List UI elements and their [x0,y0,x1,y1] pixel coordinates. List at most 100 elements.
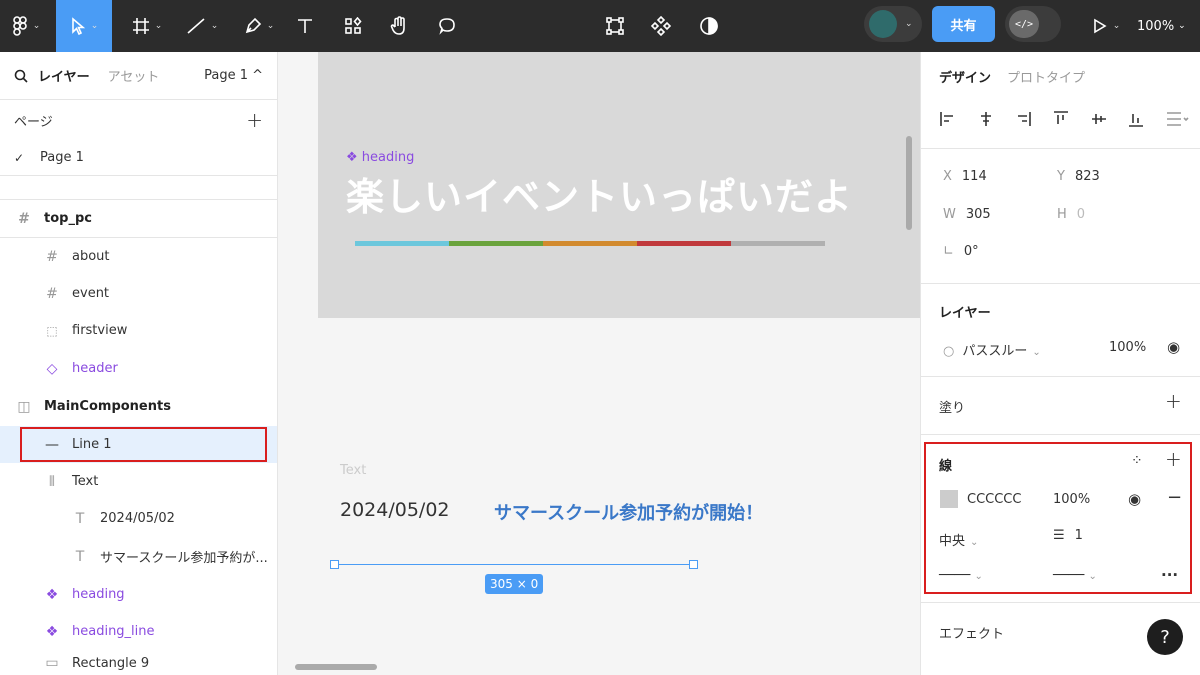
zoom-menu[interactable]: 100% ⌄ [1137,0,1186,52]
tab-layers[interactable]: レイヤー [38,66,90,85]
h-label: H [1057,207,1067,222]
align-left-icon[interactable] [939,110,957,128]
rotation-value: 0° [963,244,979,259]
layer-rectangle-9[interactable]: ▭ Rectangle 9 [0,651,277,675]
present-button[interactable]: ⌄ [1086,0,1126,52]
code-icon: </> [1009,10,1039,38]
comment-tool-button[interactable] [430,0,464,52]
heading-component-label[interactable]: ❖ heading [346,150,414,165]
page-selector[interactable]: Page 1 ^ [204,68,263,83]
x-field[interactable]: X 114 [943,169,987,184]
chevron-down-icon: ⌄ [1178,21,1186,31]
page-item-page-1[interactable]: ✓ Page 1 [0,140,277,176]
line-icon [187,18,205,34]
frame-tool-button[interactable]: ⌄ [124,0,170,52]
tab-design[interactable]: デザイン [939,67,991,86]
layer-heading[interactable]: ❖ heading [0,576,277,613]
layer-opacity[interactable]: 100% [1109,340,1146,355]
layer-date[interactable]: T 2024/05/02 [0,500,277,537]
chevron-down-icon: ⌄ [154,21,163,31]
eye-icon[interactable]: ◉ [1167,338,1180,356]
multiplayer-avatars[interactable]: ⌄ [864,6,922,42]
layer-event[interactable]: # event [0,275,277,312]
layer-news-title[interactable]: T サマースクール参加予約が... [0,538,277,575]
layer-label: サマースクール参加予約が... [100,551,268,566]
layer-text[interactable]: ⫴ Text [0,463,277,500]
blend-mode-select[interactable]: ○ パススルー ⌄ [943,340,1041,359]
canvas[interactable]: ❖ heading 楽しいイベントいっぱいだよ Text 2024/05/02 … [278,52,920,675]
vertical-scrollbar[interactable] [906,136,912,230]
x-value: 114 [961,169,987,184]
height-field[interactable]: H0 [1057,207,1085,222]
tab-prototype[interactable]: プロトタイプ [1007,67,1085,86]
align-top-icon[interactable] [1052,110,1070,128]
align-bottom-icon[interactable] [1127,110,1145,128]
fill-section: 塗り + [921,376,1200,434]
color-bar-segment [637,241,731,246]
help-button[interactable]: ? [1147,619,1183,655]
align-right-icon[interactable] [1014,110,1032,128]
news-date[interactable]: 2024/05/02 [340,499,450,521]
y-value: 823 [1074,169,1100,184]
resources-button[interactable] [336,0,370,52]
horizontal-scrollbar[interactable] [295,664,377,670]
heading-frame[interactable]: ❖ heading 楽しいイベントいっぱいだよ [318,52,920,318]
edit-object-button[interactable] [600,0,630,52]
y-field[interactable]: Y 823 [1057,169,1100,184]
chevron-down-icon: ⌄ [1112,21,1121,31]
add-page-icon[interactable]: + [246,108,263,132]
layer-firstview[interactable]: ⬚ firstview [0,312,277,349]
section-icon: ⬚ [46,323,58,338]
text-tool-button[interactable] [290,0,320,52]
layer-main-components[interactable]: ◫ MainComponents [0,388,277,425]
x-label: X [943,169,952,184]
layer-heading-line[interactable]: ❖ heading_line [0,613,277,650]
pen-tool-button[interactable]: ⌄ [236,0,282,52]
align-vertical-center-icon[interactable] [1090,110,1108,128]
check-icon: ✓ [14,150,25,165]
heading-color-bar[interactable] [355,241,825,246]
highlight-box [924,442,1192,594]
frame-icon [132,18,149,34]
layer-label: Text [72,474,99,489]
rotation-field[interactable]: ∟ 0° [943,244,979,259]
search-icon[interactable] [14,69,28,83]
width-field[interactable]: W 305 [943,207,991,222]
page-item-label: Page 1 [40,150,84,165]
line-tool-button[interactable]: ⌄ [178,0,226,52]
layer-about[interactable]: # about [0,238,277,275]
add-fill-icon[interactable]: + [1165,389,1182,413]
heading-title[interactable]: 楽しいイベントいっぱいだよ [346,166,853,221]
layer-label: header [72,361,118,376]
text-frame-label[interactable]: Text [340,463,366,478]
main-menu-button[interactable]: ⌄ [4,0,48,52]
dimension-badge: 305 × 0 [485,574,544,594]
play-icon [1093,18,1107,34]
news-title[interactable]: サマースクール参加予約が開始！ [494,499,763,525]
resize-handle-right[interactable] [689,560,698,569]
cursor-icon [71,17,85,35]
layer-top-pc[interactable]: # top_pc [0,200,277,237]
hand-icon [390,16,405,35]
dev-mode-toggle[interactable]: </> [1005,6,1061,42]
resize-handle-left[interactable] [330,560,339,569]
right-panel-tabs: デザイン プロトタイプ [921,52,1200,100]
component-button[interactable] [646,0,676,52]
layer-label: about [72,249,110,264]
selected-line[interactable] [334,564,694,565]
hand-tool-button[interactable] [382,0,416,52]
distribute-icon[interactable] [1165,110,1189,128]
move-tool-button[interactable]: ⌄ [56,0,112,52]
layer-label: firstview [72,323,128,338]
chevron-down-icon: ⌄ [32,21,41,31]
avatar[interactable] [869,10,897,38]
pages-header: ページ + [0,100,277,140]
frame-icon: # [46,248,58,265]
share-button[interactable]: 共有 [932,6,995,42]
align-horizontal-center-icon[interactable] [977,110,995,128]
alignment-row [939,104,1189,134]
auto-layout-icon: ⫴ [49,473,55,490]
mask-button[interactable] [694,0,724,52]
tab-assets[interactable]: アセット [108,66,160,85]
layer-header[interactable]: ◇ header [0,350,277,387]
